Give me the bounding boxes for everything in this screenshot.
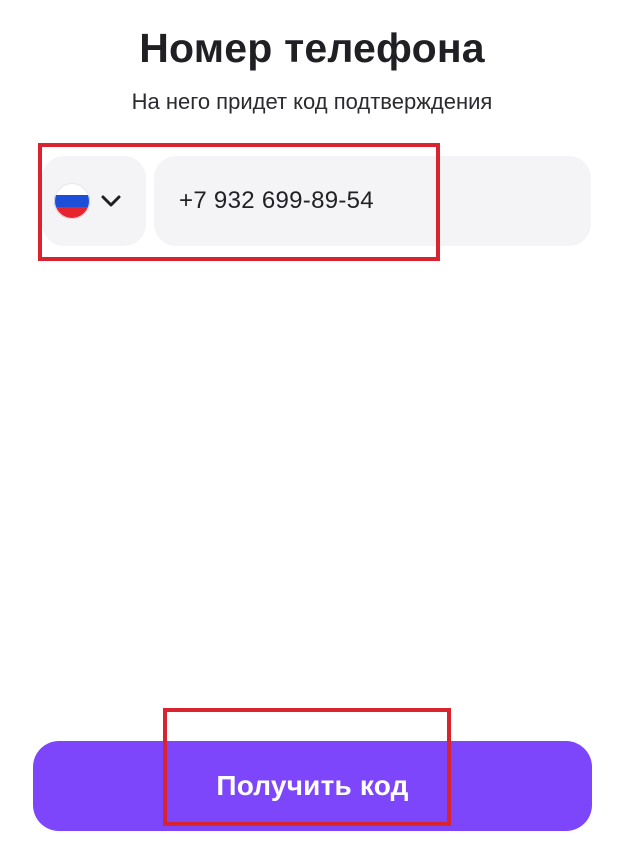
phone-number-value: +7 932 699-89-54 [179, 187, 374, 214]
phone-number-input[interactable]: +7 932 699-89-54 [154, 156, 591, 246]
page-subtitle: На него придет код подтверждения [131, 89, 493, 114]
russia-flag-icon [54, 183, 90, 219]
phone-number-screen: Номер телефона На него придет код подтве… [0, 0, 624, 843]
country-code-picker[interactable] [42, 156, 146, 246]
get-code-button[interactable]: Получить код [33, 741, 592, 831]
get-code-button-label: Получить код [216, 770, 409, 801]
chevron-down-icon [100, 191, 122, 211]
page-title: Номер телефона [139, 25, 485, 71]
